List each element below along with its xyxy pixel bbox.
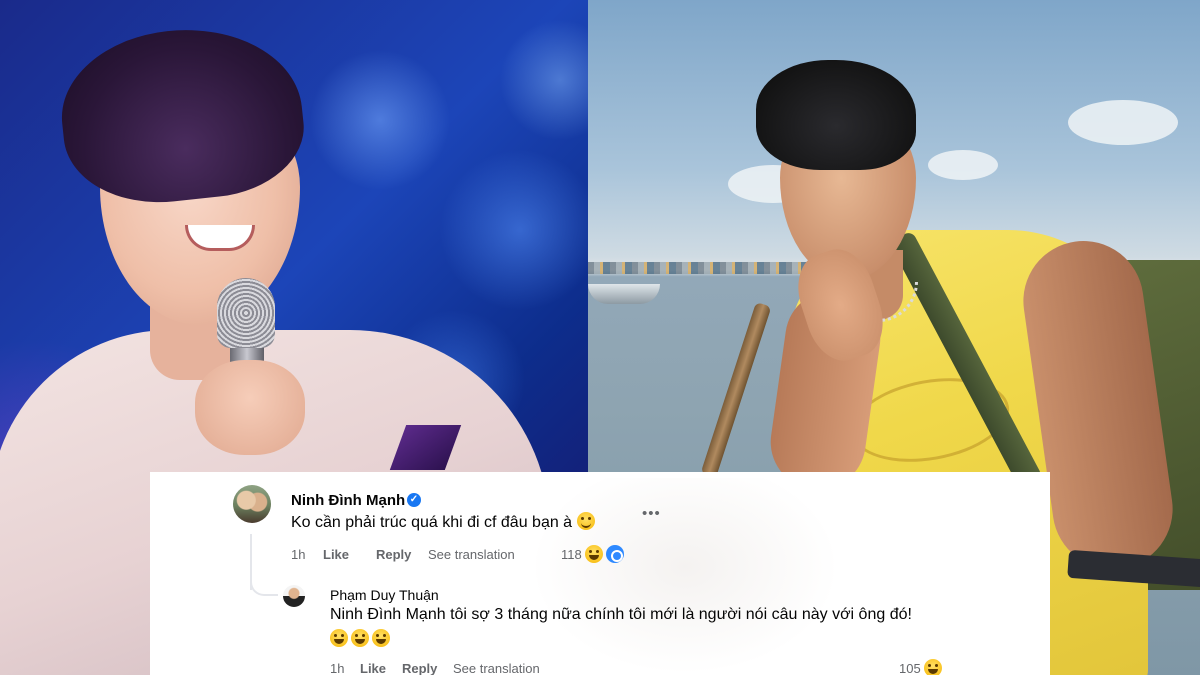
more-options-icon[interactable]: ••• — [642, 505, 661, 522]
reply-time[interactable]: 1h — [330, 661, 344, 675]
laugh-emoji-icon — [330, 629, 348, 647]
reply-emojis — [330, 629, 390, 647]
reaction-summary[interactable]: 118 — [561, 545, 624, 563]
cloud — [928, 150, 998, 180]
avatar[interactable] — [283, 585, 305, 607]
comment-text: Ko cần phải trúc quá khi đi cf đâu bạn à — [291, 512, 595, 532]
reaction-count: 105 — [899, 660, 921, 675]
reply-body: tôi sợ 3 tháng nữa chính tôi mới là ngườ… — [445, 606, 912, 623]
cloud — [1068, 100, 1178, 145]
laugh-emoji-icon — [372, 629, 390, 647]
comment-actions: 1h Like Reply See translation — [291, 547, 791, 565]
see-translation-link[interactable]: See translation — [428, 547, 515, 562]
man-hair — [756, 60, 916, 170]
like-button[interactable]: Like — [323, 547, 349, 562]
thread-connector — [250, 572, 278, 596]
laugh-emoji-icon — [584, 545, 603, 563]
reply-button[interactable]: Reply — [376, 547, 411, 562]
see-translation-link[interactable]: See translation — [453, 661, 540, 675]
wow-reaction-icon — [605, 545, 624, 563]
reply-actions: 1h Like Reply See translation — [330, 661, 970, 675]
comment-author[interactable]: Ninh Đình Mạnh — [291, 492, 405, 509]
like-button[interactable]: Like — [360, 661, 386, 675]
smile-emoji-icon — [576, 512, 595, 530]
avatar[interactable] — [233, 485, 271, 523]
reply-author[interactable]: Phạm Duy Thuận — [330, 587, 439, 603]
reply-text: Ninh Đình Mạnh tôi sợ 3 tháng nữa chính … — [330, 606, 912, 624]
wooden-pole — [700, 301, 772, 479]
comment-panel: Ninh Đình Mạnh ✓ Ko cần phải trúc quá kh… — [150, 472, 1050, 675]
singer-hand — [195, 360, 305, 455]
boat — [588, 284, 660, 304]
comment-body: Ko cần phải trúc quá khi đi cf đâu bạn à — [291, 514, 573, 531]
microphone-icon — [217, 278, 275, 348]
laugh-emoji-icon — [923, 659, 942, 675]
reply-button[interactable]: Reply — [402, 661, 437, 675]
comment-time[interactable]: 1h — [291, 547, 305, 562]
reaction-summary[interactable]: 105 — [899, 659, 942, 675]
verified-badge-icon: ✓ — [407, 493, 421, 507]
background-ghost — [530, 478, 840, 675]
mention-link[interactable]: Ninh Đình Mạnh — [330, 606, 446, 623]
laugh-emoji-icon — [351, 629, 369, 647]
reaction-count: 118 — [561, 546, 582, 562]
